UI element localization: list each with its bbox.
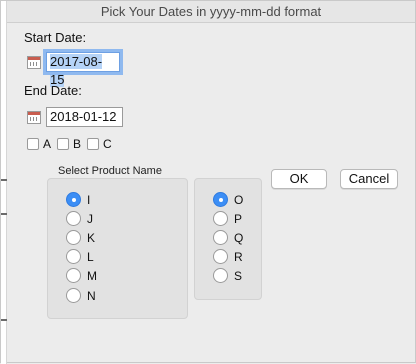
radio-label: K — [87, 230, 96, 245]
radio-label: O — [234, 192, 244, 207]
checkbox-c[interactable]: C — [87, 137, 112, 151]
radio-label: Q — [234, 230, 244, 245]
radio-option-k[interactable]: K — [66, 230, 95, 245]
edge-mark — [1, 213, 7, 215]
end-date-value: 2018-01-12 — [50, 109, 117, 124]
end-date-row: 2018-01-12 — [27, 107, 123, 127]
radio-button-selected[interactable] — [66, 192, 81, 207]
radio-label: N — [87, 288, 96, 303]
radio-option-q[interactable]: Q — [213, 230, 243, 245]
checkbox-label: A — [43, 137, 52, 151]
product-group-title: Select Product Name — [58, 165, 162, 177]
radio-button-selected[interactable] — [213, 192, 228, 207]
ok-button[interactable]: OK — [271, 169, 327, 189]
radio-button[interactable] — [66, 211, 81, 226]
radio-option-i[interactable]: I — [66, 192, 90, 207]
end-date-label: End Date: — [24, 83, 82, 98]
radio-button[interactable] — [213, 211, 228, 226]
checkbox-label: B — [73, 137, 82, 151]
radio-option-o[interactable]: O — [213, 192, 243, 207]
start-date-field[interactable]: 2017-08-15 — [43, 49, 123, 87]
background-window-edge — [1, 1, 7, 364]
checkbox-box[interactable] — [87, 138, 100, 150]
start-date-label: Start Date: — [24, 30, 87, 45]
edge-mark — [1, 319, 7, 321]
radio-option-l[interactable]: L — [66, 249, 94, 264]
radio-option-s[interactable]: S — [213, 268, 242, 283]
end-date-field[interactable]: 2018-01-12 — [46, 107, 123, 127]
checkbox-b[interactable]: B — [57, 137, 81, 151]
checkbox-box[interactable] — [27, 138, 39, 150]
radio-button[interactable] — [66, 249, 81, 264]
radio-option-p[interactable]: P — [213, 211, 242, 226]
radio-button[interactable] — [213, 268, 228, 283]
checkbox-a[interactable]: A — [27, 137, 51, 151]
checkbox-box[interactable] — [57, 138, 70, 150]
edge-mark — [1, 179, 7, 181]
radio-button[interactable] — [66, 268, 81, 283]
radio-label: L — [87, 249, 94, 264]
radio-option-j[interactable]: J — [66, 211, 93, 226]
calendar-icon[interactable] — [27, 55, 41, 69]
radio-option-n[interactable]: N — [66, 288, 96, 303]
start-date-row: 2017-08-15 — [27, 49, 123, 87]
cancel-button[interactable]: Cancel — [340, 169, 398, 189]
calendar-icon[interactable] — [27, 110, 41, 124]
radio-button[interactable] — [213, 230, 228, 245]
radio-button[interactable] — [66, 230, 81, 245]
radio-option-r[interactable]: R — [213, 249, 243, 264]
radio-label: J — [87, 211, 93, 226]
radio-button[interactable] — [213, 249, 228, 264]
radio-label: M — [87, 268, 97, 283]
checkbox-label: C — [103, 137, 112, 151]
radio-label: S — [234, 268, 243, 283]
radio-option-m[interactable]: M — [66, 268, 97, 283]
checkbox-row: A B C — [27, 137, 118, 151]
radio-label: R — [234, 249, 243, 264]
radio-label: I — [87, 192, 91, 207]
window-title: Pick Your Dates in yyyy-mm-dd format — [7, 1, 415, 23]
dialog-window: Pick Your Dates in yyyy-mm-dd format Sta… — [0, 0, 416, 364]
radio-label: P — [234, 211, 243, 226]
radio-button[interactable] — [66, 288, 81, 303]
